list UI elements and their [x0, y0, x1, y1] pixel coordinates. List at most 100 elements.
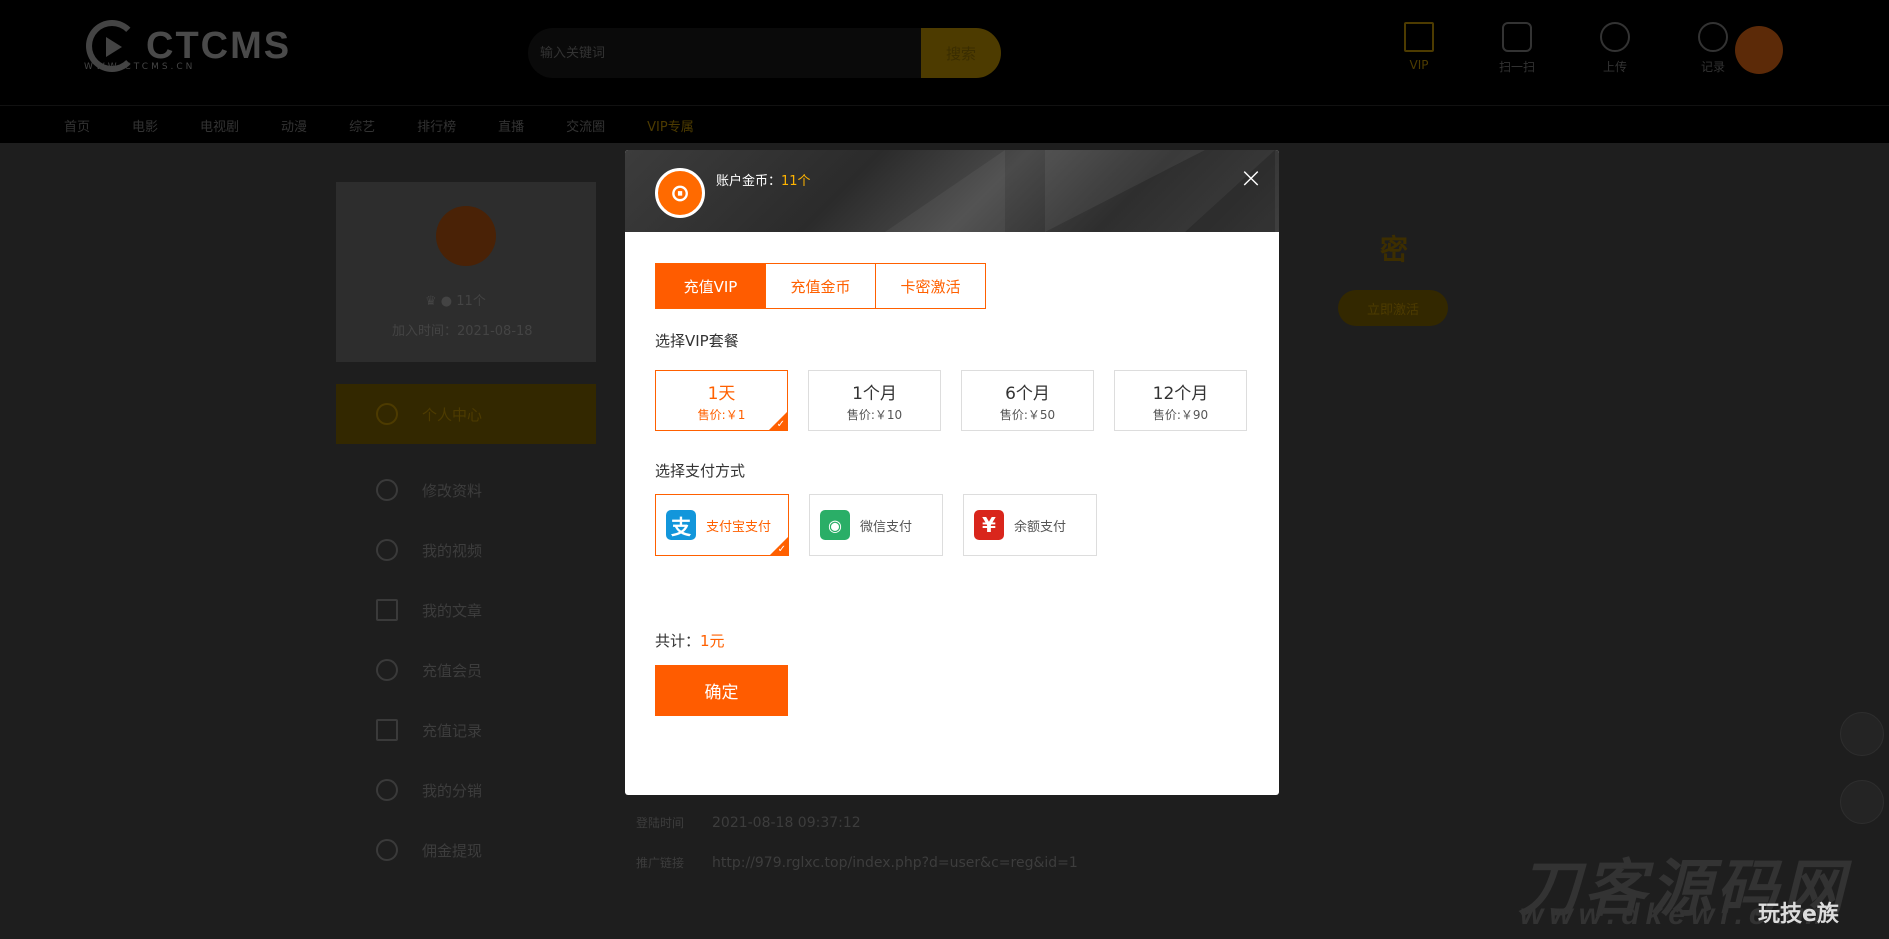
upload-tool[interactable]: 上传 [1566, 22, 1664, 75]
nav-home[interactable]: 首页 [64, 116, 90, 135]
crown-icon: ♛ ● [425, 294, 453, 309]
crown-icon [1404, 22, 1434, 52]
plan-option-12-months[interactable]: 12个月 售价:￥90 [1114, 370, 1247, 431]
activate-button[interactable]: 立即激活 [1338, 290, 1448, 326]
check-icon: ✓ [777, 544, 786, 555]
sidebar-item-distribution[interactable]: 我的分销 [376, 760, 482, 820]
logo-text: CTCMS [146, 25, 292, 67]
total-value: 1元 [700, 632, 725, 650]
clock-icon [1698, 22, 1728, 52]
nav-vip[interactable]: VIP专属 [647, 116, 694, 135]
plan-option-1-day[interactable]: 1天 售价:￥1 ✓ [655, 370, 788, 431]
sidebar-menu: 个人中心 修改资料 我的视频 我的文章 充值会员 充值记录 我的分销 佣金提现 [376, 400, 482, 880]
vip-tool-label: VIP [1409, 58, 1429, 72]
sidebar-item-recharge-records[interactable]: 充值记录 [376, 700, 482, 760]
scan-tool-label: 扫一扫 [1498, 60, 1535, 74]
order-total: 共计：1元 [655, 630, 725, 651]
pay-option-label: 微信支付 [860, 519, 913, 535]
nav-movies[interactable]: 电影 [132, 116, 158, 135]
pay-option-alipay[interactable]: 支 支付宝支付 ✓ [655, 494, 789, 556]
nav-ranking[interactable]: 排行榜 [417, 116, 456, 135]
plan-name: 6个月 [1005, 383, 1050, 404]
profile-avatar [436, 206, 496, 266]
qq-float-button[interactable] [1840, 712, 1884, 756]
promo-link-label: 推广链接 [636, 856, 685, 870]
main-nav: 首页 电影 电视剧 动漫 综艺 排行榜 直播 交流圈 VIP专属 [0, 105, 1889, 143]
watermark-tag: 玩技e族 [1758, 902, 1839, 927]
login-time-value: 2021-08-18 09:37:12 [712, 815, 861, 831]
total-label: 共计： [655, 632, 701, 650]
search-input[interactable] [540, 36, 910, 70]
nav-tv[interactable]: 电视剧 [200, 116, 239, 135]
sidebar-item-label: 充值记录 [422, 721, 483, 740]
sidebar-item-label: 佣金提现 [422, 841, 483, 860]
nav-anime[interactable]: 动漫 [281, 116, 307, 135]
promo-link-row: 推广链接 http://979.rglxc.top/index.php?d=use… [636, 854, 1078, 871]
tab-card-activate[interactable]: 卡密激活 [875, 263, 986, 309]
check-icon: ✓ [776, 419, 785, 430]
sidebar-item-label: 修改资料 [422, 481, 483, 500]
payment-section-label: 选择支付方式 [655, 462, 746, 480]
nav-community[interactable]: 交流圈 [566, 116, 605, 135]
sidebar-item-label: 我的视频 [422, 541, 483, 560]
vip-plan-list: 1天 售价:￥1 ✓ 1个月 售价:￥10 6个月 售价:￥50 12个月 售价… [655, 370, 1247, 431]
yen-coin-icon [376, 839, 398, 861]
profile-coins: ♛ ● 11个 [425, 290, 486, 309]
record-icon [376, 719, 398, 741]
plan-name: 1个月 [852, 383, 897, 404]
promo-link-value[interactable]: http://979.rglxc.top/index.php?d=user&c=… [712, 855, 1078, 871]
account-coins-label: 账户金币： [716, 174, 782, 189]
close-icon[interactable]: × [1237, 164, 1265, 192]
sidebar-item-edit[interactable]: 修改资料 [376, 460, 482, 520]
nav-variety[interactable]: 综艺 [349, 116, 375, 135]
payment-method-list: 支 支付宝支付 ✓ ◉ 微信支付 ¥ 余额支付 [655, 494, 1097, 556]
sidebar-item-profile[interactable]: 个人中心 [376, 400, 482, 428]
sidebar-item-withdraw[interactable]: 佣金提现 [376, 820, 482, 880]
top-header: CTCMS WWW.CTCMS.CN 搜索 VIP 扫一扫 上传 记录 [0, 0, 1889, 105]
plan-price: 售价:￥50 [999, 407, 1056, 422]
sidebar-item-label: 充值会员 [422, 661, 483, 680]
plan-section-label: 选择VIP套餐 [655, 332, 739, 350]
user-icon [376, 539, 398, 561]
recharge-modal: ⊙ 账户金币：11个 × 充值VIP 充值金币 卡密激活 选择VIP套餐 1天 … [625, 150, 1279, 795]
network-icon [376, 779, 398, 801]
profile-join-time: 加入时间：2021-08-18 [392, 324, 533, 339]
login-time-label: 登陆时间 [636, 816, 685, 830]
pay-option-wechat[interactable]: ◉ 微信支付 [809, 494, 943, 556]
card-key-title: 密 [1380, 233, 1409, 266]
user-edit-icon [376, 479, 398, 501]
modal-header: ⊙ 账户金币：11个 × [625, 150, 1279, 232]
scan-icon [1502, 22, 1532, 52]
vip-tool[interactable]: VIP [1370, 22, 1468, 75]
plan-name: 1天 [707, 383, 736, 404]
document-icon [376, 599, 398, 621]
chat-float-button[interactable] [1840, 780, 1884, 824]
sidebar-item-label: 我的分销 [422, 781, 483, 800]
plan-option-6-months[interactable]: 6个月 售价:￥50 [961, 370, 1094, 431]
nav-live[interactable]: 直播 [498, 116, 524, 135]
sidebar-item-videos[interactable]: 我的视频 [376, 520, 482, 580]
upload-cloud-icon [1600, 22, 1630, 52]
plan-price: 售价:￥10 [846, 407, 903, 422]
recharge-icon [376, 659, 398, 681]
profile-coins-value: 11个 [456, 294, 486, 309]
sidebar-item-label: 个人中心 [422, 405, 483, 424]
confirm-button[interactable]: 确定 [655, 665, 788, 716]
history-tool-label: 记录 [1700, 60, 1725, 74]
user-avatar[interactable] [1735, 26, 1783, 74]
wechat-icon: ◉ [820, 510, 850, 540]
search-button[interactable]: 搜索 [921, 28, 1001, 78]
recharge-tabs: 充值VIP 充值金币 卡密激活 [655, 263, 986, 309]
balance-yen-icon: ¥ [974, 510, 1004, 540]
pay-option-balance[interactable]: ¥ 余额支付 [963, 494, 1097, 556]
login-time-row: 登陆时间 2021-08-18 09:37:12 [636, 814, 861, 831]
plan-option-1-month[interactable]: 1个月 售价:￥10 [808, 370, 941, 431]
tab-recharge-vip[interactable]: 充值VIP [655, 263, 766, 309]
logo-subtext: WWW.CTCMS.CN [84, 62, 196, 72]
plan-name: 12个月 [1152, 383, 1209, 404]
plan-price: 售价:￥1 [697, 407, 746, 422]
scan-tool[interactable]: 扫一扫 [1468, 22, 1566, 75]
tab-recharge-coins[interactable]: 充值金币 [765, 263, 876, 309]
sidebar-item-recharge-member[interactable]: 充值会员 [376, 640, 482, 700]
sidebar-item-articles[interactable]: 我的文章 [376, 580, 482, 640]
